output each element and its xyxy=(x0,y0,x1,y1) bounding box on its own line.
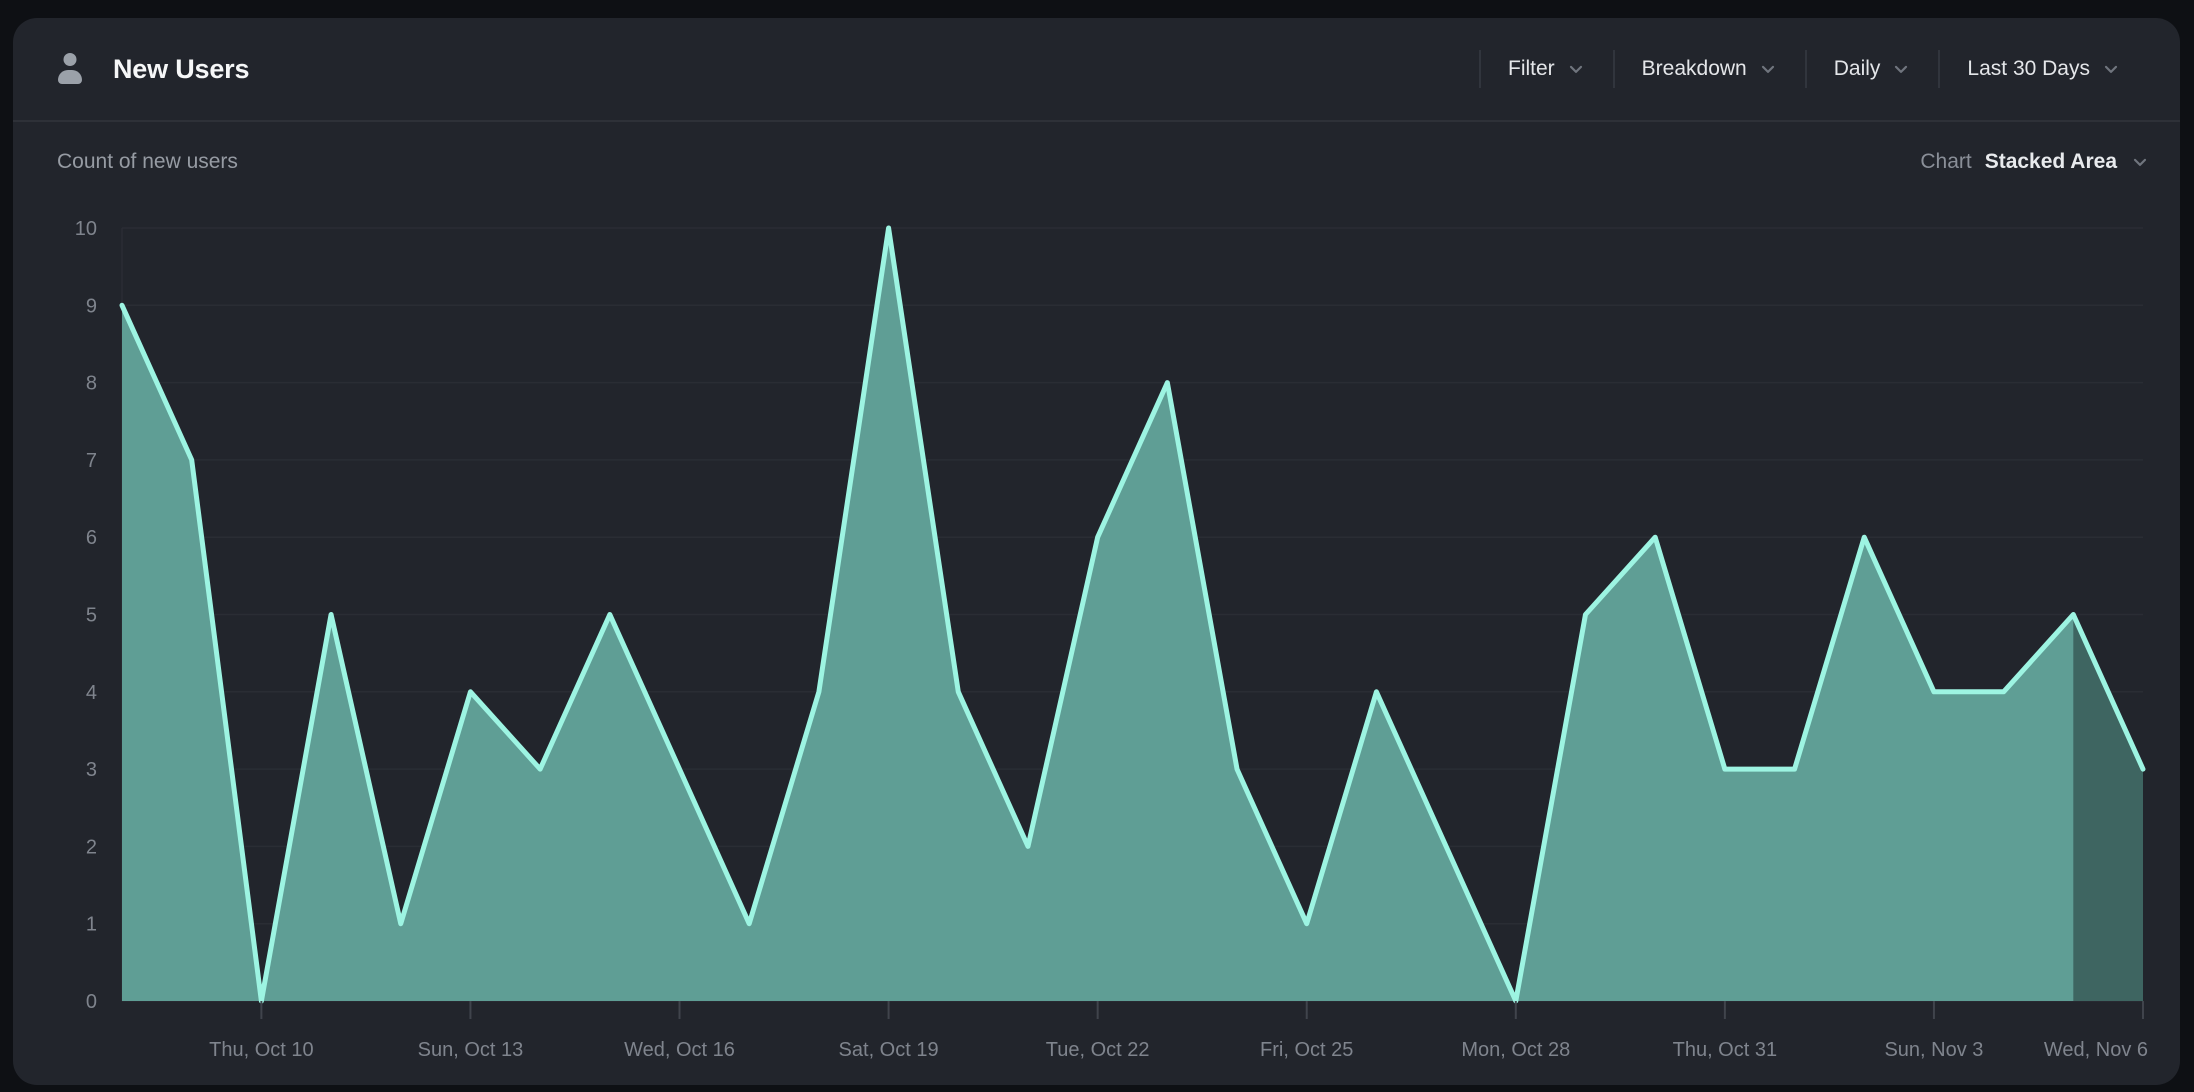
user-icon-torso xyxy=(58,70,82,84)
metric-label: Count of new users xyxy=(57,150,238,174)
interval-dropdown-label: Daily xyxy=(1834,57,1881,81)
filter-dropdown-label: Filter xyxy=(1508,57,1555,81)
breakdown-dropdown[interactable]: Breakdown xyxy=(1615,39,1805,99)
chevron-down-icon xyxy=(2130,152,2150,172)
chart-type-dropdown[interactable]: Chart Stacked Area xyxy=(1920,150,2150,174)
date-range-dropdown[interactable]: Last 30 Days xyxy=(1940,39,2148,99)
chart-type-value: Stacked Area xyxy=(1985,150,2117,174)
card-header: New Users Filter Breakdown Daily xyxy=(13,18,2180,122)
new-users-card: New Users Filter Breakdown Daily xyxy=(13,18,2180,1085)
chevron-down-icon xyxy=(2101,59,2121,79)
breakdown-dropdown-label: Breakdown xyxy=(1642,57,1747,81)
header-controls: Filter Breakdown Daily Last 30 Days xyxy=(1479,39,2148,99)
page-title: New Users xyxy=(113,54,249,85)
user-icon xyxy=(57,53,83,85)
interval-dropdown[interactable]: Daily xyxy=(1807,39,1939,99)
card-header-left: New Users xyxy=(57,53,249,85)
date-range-dropdown-label: Last 30 Days xyxy=(1967,57,2090,81)
chevron-down-icon xyxy=(1758,59,1778,79)
chevron-down-icon xyxy=(1891,59,1911,79)
user-icon-head xyxy=(64,53,77,66)
page: New Users Filter Breakdown Daily xyxy=(0,0,2194,1092)
chevron-down-icon xyxy=(1566,59,1586,79)
filter-dropdown[interactable]: Filter xyxy=(1481,39,1613,99)
chart-subheader: Count of new users Chart Stacked Area xyxy=(13,124,2180,200)
chart-type-label: Chart xyxy=(1920,150,1971,174)
